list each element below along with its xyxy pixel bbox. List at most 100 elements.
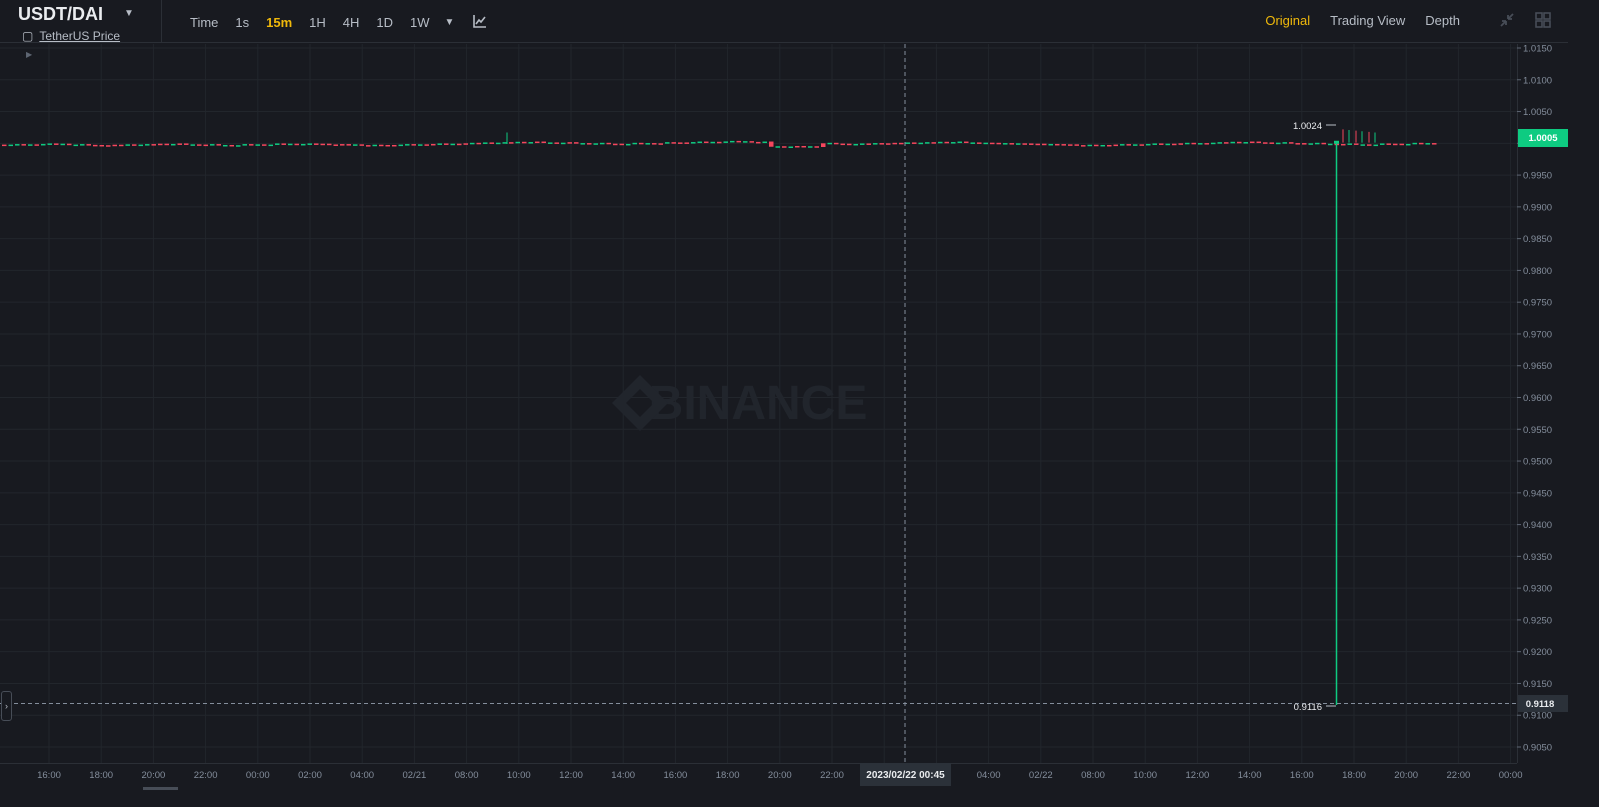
candle (184, 143, 189, 145)
candle (619, 143, 624, 146)
price-chart[interactable]: BINANCE 1.01501.01001.00501.00000.99500.… (0, 44, 1568, 791)
candle (853, 143, 858, 146)
candle (1224, 142, 1229, 144)
x-tick-label: 10:00 (1133, 770, 1157, 781)
candle (405, 144, 410, 146)
candle (1191, 142, 1196, 145)
last-price-tag: 1.0005 (1518, 129, 1568, 147)
candle (957, 141, 962, 144)
chart-indicator-icon[interactable] (472, 13, 488, 32)
candle (1074, 144, 1079, 146)
caret-down-icon[interactable]: ▼ (124, 8, 134, 19)
candle (1256, 141, 1261, 144)
candle (340, 144, 345, 146)
low-spike (1334, 140, 1339, 706)
candle (892, 142, 897, 145)
view-original[interactable]: Original (1265, 13, 1310, 28)
candle (1269, 142, 1274, 144)
candle (1308, 143, 1313, 145)
interval-1s[interactable]: 1s (235, 15, 249, 30)
crosshair-price-value: 0.9118 (1526, 699, 1555, 710)
grid-layout-icon[interactable] (1534, 11, 1552, 29)
x-tick-label: 12:00 (559, 770, 583, 781)
view-depth[interactable]: Depth (1425, 13, 1460, 28)
candle (281, 143, 286, 145)
candle (320, 143, 325, 146)
candle (749, 141, 754, 143)
candle (86, 144, 91, 146)
caret-right-icon[interactable]: ▶ (26, 50, 32, 59)
candle (1165, 143, 1170, 146)
candle (307, 143, 312, 145)
candle (197, 144, 202, 146)
collapse-icon[interactable] (1498, 11, 1516, 29)
candle (632, 142, 637, 145)
candle (1087, 144, 1092, 147)
candle (925, 142, 930, 144)
candle (60, 143, 65, 146)
candle (944, 141, 949, 144)
candle (1081, 145, 1086, 147)
candle (93, 144, 98, 147)
price-link[interactable]: ▢ TetherUS Price (22, 29, 120, 43)
candle (47, 143, 52, 145)
interval-1d[interactable]: 1D (376, 15, 393, 30)
time-scrollbar[interactable] (143, 787, 178, 790)
candle (145, 144, 150, 146)
candle (515, 141, 520, 144)
candle (580, 143, 585, 145)
x-tick-label: 14:00 (611, 770, 635, 781)
candle (645, 143, 650, 145)
interval-4h[interactable]: 4H (343, 15, 360, 30)
candle (502, 142, 507, 144)
y-tick-label: 0.9100 (1523, 711, 1552, 722)
interval-1w[interactable]: 1W (410, 15, 430, 30)
y-tick-label: 1.0150 (1523, 44, 1552, 55)
y-tick-label: 0.9900 (1523, 202, 1552, 213)
candle (1406, 143, 1411, 146)
candle (912, 142, 917, 144)
view-trading-view[interactable]: Trading View (1330, 13, 1405, 28)
coin-icon: ▢ (22, 29, 34, 43)
candle (1432, 143, 1437, 145)
candle (1321, 142, 1326, 145)
interval-time[interactable]: Time (190, 15, 218, 30)
candle (938, 141, 943, 144)
candle (541, 141, 546, 144)
x-tick-label: 14:00 (1238, 770, 1262, 781)
spike-body (1334, 140, 1339, 144)
candle (1204, 143, 1209, 145)
candle (1146, 143, 1151, 146)
y-tick-label: 0.9350 (1523, 552, 1552, 563)
symbol-selector[interactable]: USDT/DAI (18, 4, 103, 25)
interval-1h[interactable]: 1H (309, 15, 326, 30)
caret-down-icon[interactable]: ▼ (445, 17, 455, 28)
y-tick-label: 0.9550 (1523, 425, 1552, 436)
chart-area[interactable]: BINANCE 1.01501.01001.00501.00000.99500.… (0, 44, 1568, 791)
y-tick-label: 0.9650 (1523, 361, 1552, 372)
candle (216, 144, 221, 146)
candle (236, 145, 241, 147)
candle (1367, 144, 1372, 146)
candle (366, 145, 371, 147)
x-tick-label: 08:00 (455, 770, 479, 781)
crosshair-price-tag: 0.9118 (1518, 695, 1568, 712)
candle (652, 143, 657, 145)
candle (359, 144, 364, 146)
candle (106, 145, 111, 147)
candle (476, 142, 481, 145)
candle (483, 142, 488, 144)
x-tick-label: 04:00 (977, 770, 1001, 781)
candle (379, 144, 384, 147)
price-link-label[interactable]: TetherUS Price (39, 29, 120, 43)
candle (470, 142, 475, 145)
candle (1159, 143, 1164, 145)
candle (1412, 142, 1417, 145)
candle (1120, 144, 1125, 146)
candle (34, 144, 39, 146)
candle (385, 144, 390, 147)
interval-15m[interactable]: 15m (266, 15, 292, 30)
candle (593, 143, 598, 145)
chevron-right-icon[interactable]: › (1, 691, 12, 721)
candle (301, 143, 306, 146)
